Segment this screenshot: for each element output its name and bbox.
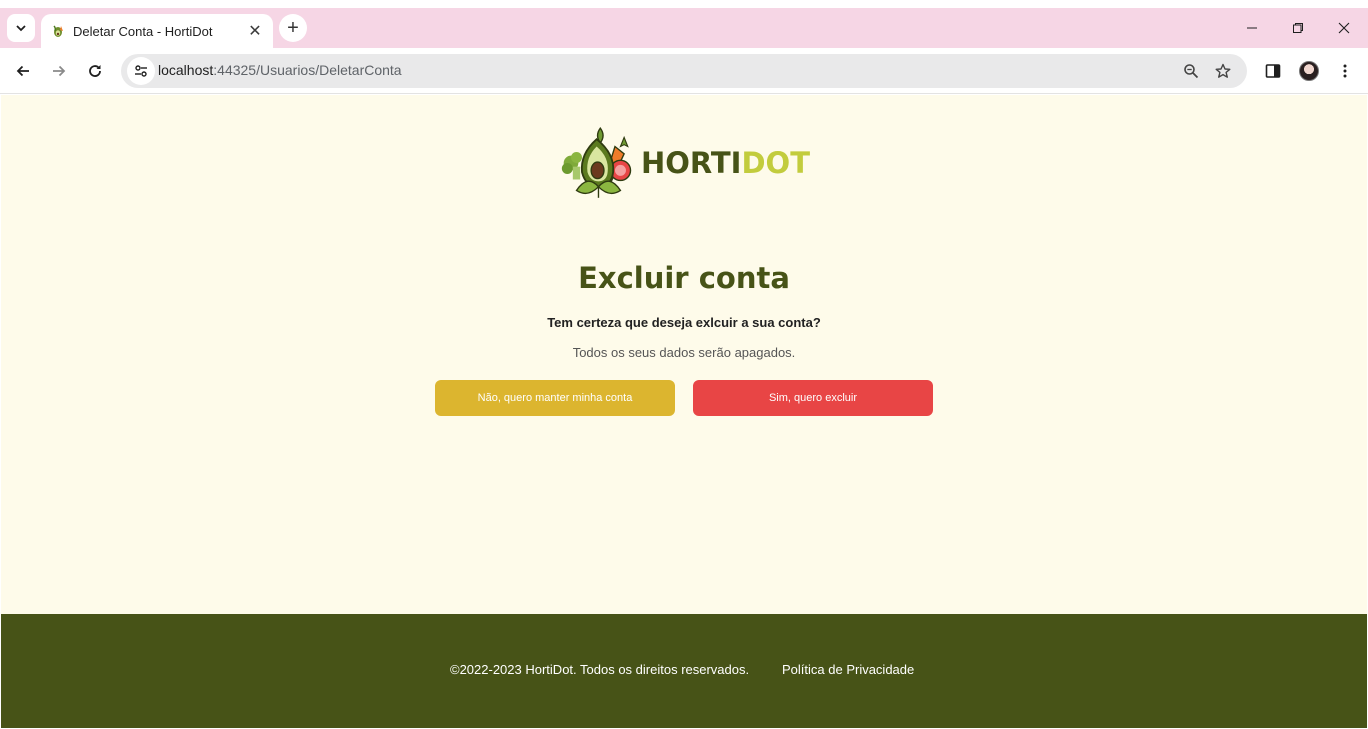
browser-tab-bar: Deletar Conta - HortiDot ✕ +: [0, 8, 1368, 48]
tab-active[interactable]: Deletar Conta - HortiDot ✕: [41, 14, 273, 48]
page-title: Excluir conta: [578, 261, 790, 295]
bookmark-star-icon[interactable]: [1211, 59, 1235, 83]
logo-wordmark: HORTIDOT: [641, 146, 810, 180]
minimize-icon[interactable]: [1240, 16, 1264, 40]
profile-avatar[interactable]: [1295, 57, 1323, 85]
forward-icon[interactable]: [45, 57, 73, 85]
logo-text-horti: HORTI: [640, 146, 742, 180]
privacy-policy-link[interactable]: Política de Privacidade: [782, 662, 914, 677]
tab-list-icon[interactable]: [7, 14, 35, 42]
browser-toolbar: localhost:44325/Usuarios/DeletarConta: [0, 48, 1368, 94]
logo-text-dot: DOT: [741, 146, 810, 180]
back-icon[interactable]: [9, 57, 37, 85]
plus-icon[interactable]: +: [279, 14, 307, 42]
zoom-icon[interactable]: [1179, 59, 1203, 83]
warning-note: Todos os seus dados serão apagados.: [572, 345, 796, 360]
close-icon[interactable]: ✕: [245, 21, 265, 41]
tab-title: Deletar Conta - HortiDot: [73, 23, 213, 39]
reload-icon[interactable]: [81, 57, 109, 85]
side-panel-icon[interactable]: [1259, 57, 1287, 85]
hortidot-logo[interactable]: HORTIDOT: [560, 123, 810, 203]
keep-account-button[interactable]: Não, quero manter minha conta: [435, 380, 675, 416]
url-text[interactable]: localhost:44325/Usuarios/DeletarConta: [158, 62, 402, 78]
window-close-icon[interactable]: [1332, 16, 1356, 40]
url-host: localhost: [158, 62, 214, 78]
delete-account-button[interactable]: Sim, quero excluir: [693, 380, 933, 416]
favicon-icon: [50, 23, 66, 39]
restore-icon[interactable]: [1286, 16, 1310, 40]
copyright-text: ©2022-2023 HortiDot. Todos os direitos r…: [450, 662, 750, 677]
url-path: :44325/Usuarios/DeletarConta: [213, 62, 402, 78]
address-bar[interactable]: localhost:44325/Usuarios/DeletarConta: [121, 54, 1247, 88]
more-menu-icon[interactable]: [1331, 57, 1359, 85]
confirmation-question: Tem certeza que deseja exlcuir a sua con…: [547, 315, 821, 330]
site-info-icon[interactable]: [127, 57, 155, 85]
hortidot-logo-icon: [561, 127, 632, 198]
page-content: HORTIDOT Excluir conta Tem certeza que d…: [1, 95, 1367, 614]
footer: ©2022-2023 HortiDot. Todos os direitos r…: [1, 614, 1367, 728]
